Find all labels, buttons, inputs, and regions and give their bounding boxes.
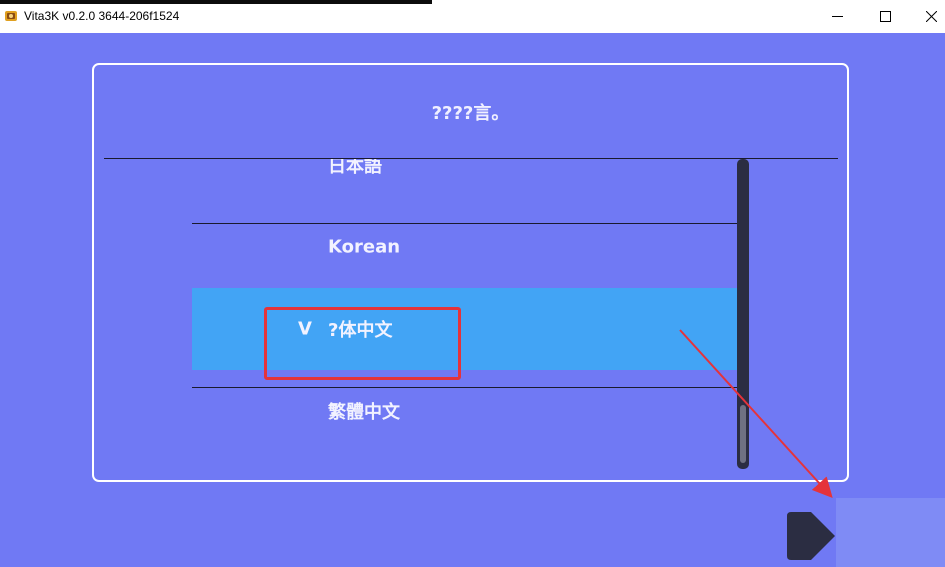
annotation-highlight-box xyxy=(264,307,461,380)
vita3k-app-icon xyxy=(5,11,17,21)
maximize-button[interactable] xyxy=(862,0,908,33)
next-button-glow xyxy=(836,498,945,567)
background-terminal-strip xyxy=(0,0,432,4)
close-icon xyxy=(925,11,937,22)
play-triangle-icon xyxy=(787,512,835,560)
close-button[interactable] xyxy=(908,0,945,33)
language-label: 日本語 xyxy=(328,159,382,177)
panel-header: ????言。 xyxy=(94,65,847,159)
language-item-korean[interactable]: Korean xyxy=(192,206,738,288)
language-list-scrollbar[interactable] xyxy=(737,159,749,469)
window-titlebar: Vita3K v0.2.0 3644-206f1524 xyxy=(0,0,945,33)
language-label: Korean xyxy=(328,236,401,258)
maximize-icon xyxy=(879,11,891,22)
panel-title: ????言。 xyxy=(431,103,510,124)
window-title: Vita3K v0.2.0 3644-206f1524 xyxy=(24,9,180,23)
scrollbar-thumb[interactable] xyxy=(740,405,746,463)
minimize-icon xyxy=(831,16,843,17)
language-item-traditional-chinese[interactable]: 繁體中文 xyxy=(192,370,738,452)
language-label: 繁體中文 xyxy=(328,402,400,423)
minimize-button[interactable] xyxy=(814,0,860,33)
next-button[interactable] xyxy=(785,510,837,562)
language-select-panel: ????言。 日本語 Korean V ?体中文 繁體中文 xyxy=(92,63,849,482)
language-item-japanese[interactable]: 日本語 xyxy=(192,159,738,206)
